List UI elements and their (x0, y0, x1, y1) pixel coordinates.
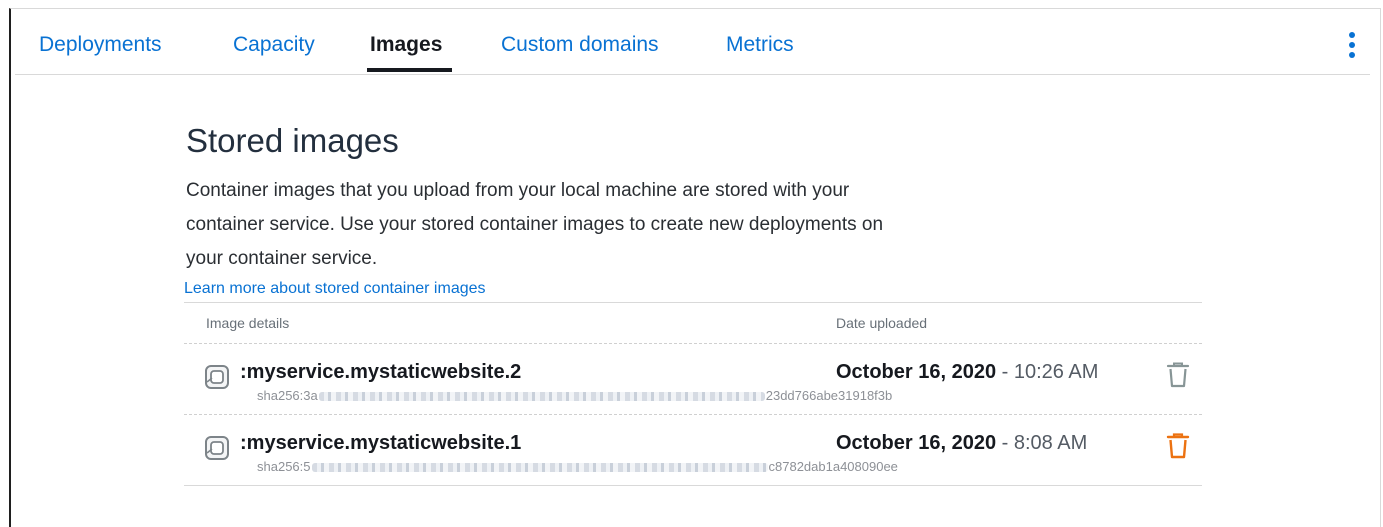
tab-capacity[interactable]: Capacity (233, 33, 315, 57)
page-title: Stored images (186, 122, 399, 159)
image-digest: sha256:3a 23dd766abe31918f3b (257, 388, 892, 403)
upload-date: October 16, 2020 - 10:26 AM (836, 361, 1098, 384)
redacted-digest (311, 463, 768, 473)
column-header-image-details: Image details (206, 315, 290, 331)
upload-time: 10:26 AM (1013, 361, 1099, 383)
image-name: :myservice.mystaticwebsite.2 (240, 361, 522, 383)
upload-date: October 16, 2020 - 8:08 AM (836, 432, 1087, 455)
digest-suffix: 23dd766abe31918f3b (765, 388, 893, 403)
image-digest: sha256:5 c8782dab1a408090ee (257, 459, 898, 474)
redacted-digest (318, 392, 765, 402)
upload-date-day: October 16, 2020 (836, 361, 997, 383)
tab-deployments[interactable]: Deployments (39, 33, 162, 57)
upload-date-day: October 16, 2020 (836, 432, 997, 454)
tab-custom-domains[interactable]: Custom domains (501, 33, 659, 57)
tab-bar: Deployments Capacity Images Custom domai… (15, 8, 1370, 75)
container-image-icon (205, 365, 229, 389)
digest-prefix: sha256:5 (257, 459, 311, 474)
description-line-3: your container service. (186, 248, 378, 269)
active-tab-indicator (367, 68, 452, 72)
table-row: :myservice.mystaticwebsite.1 sha256:5 c87… (184, 414, 1202, 486)
learn-more-link[interactable]: Learn more about stored container images (184, 280, 486, 298)
image-name: :myservice.mystaticwebsite.1 (240, 432, 522, 454)
date-separator: - (996, 432, 1014, 454)
table-row: :myservice.mystaticwebsite.2 sha256:3a 23… (184, 343, 1202, 414)
tab-metrics[interactable]: Metrics (726, 33, 794, 57)
more-vertical-icon[interactable] (1346, 30, 1360, 60)
digest-suffix: c8782dab1a408090ee (768, 459, 898, 474)
column-header-date-uploaded: Date uploaded (836, 315, 928, 331)
trash-icon[interactable] (1166, 432, 1190, 460)
upload-time: 8:08 AM (1013, 432, 1088, 454)
stored-images-table: Image details Date uploaded :myservice.m… (184, 302, 1202, 486)
date-separator: - (996, 361, 1014, 383)
digest-prefix: sha256:3a (257, 388, 318, 403)
tab-images[interactable]: Images (370, 33, 442, 57)
container-image-icon (205, 436, 229, 460)
description-line-1: Container images that you upload from yo… (186, 180, 850, 201)
description-line-2: container service. Use your stored conta… (186, 214, 884, 235)
trash-icon[interactable] (1166, 361, 1190, 389)
